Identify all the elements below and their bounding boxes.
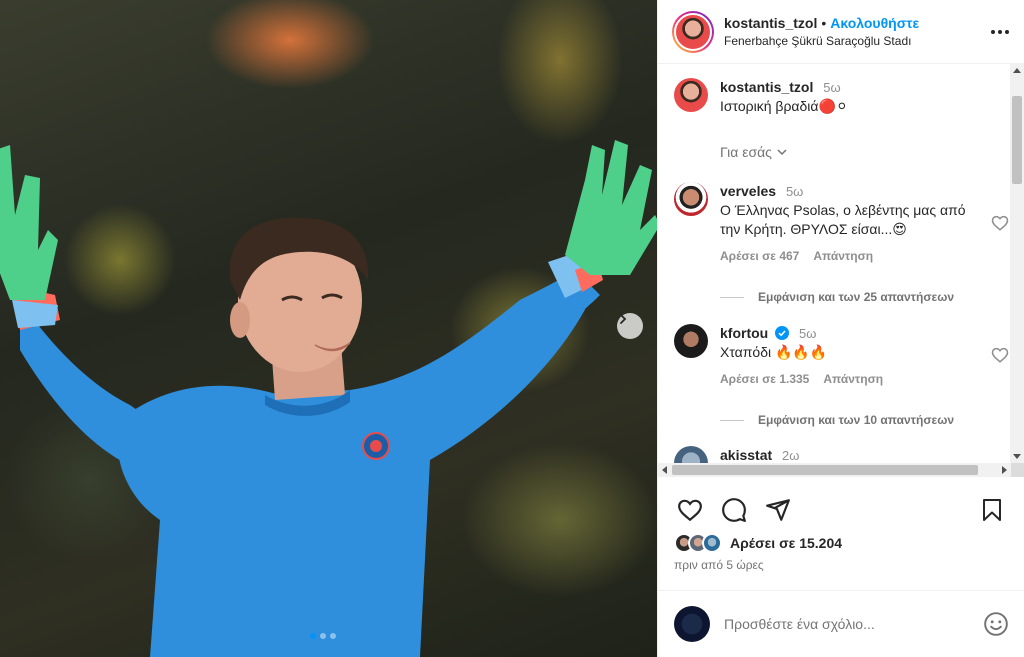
bookmark-icon	[983, 499, 1001, 521]
comment-input[interactable]	[724, 616, 983, 632]
caption-row: kostantis_tzol 5ω Ιστορική βραδιά🔴⚪	[674, 78, 1007, 116]
comment-username[interactable]: verveles	[720, 183, 776, 199]
post-photo[interactable]	[0, 0, 657, 657]
author-avatar[interactable]	[672, 10, 714, 53]
carousel-dot	[330, 633, 336, 639]
comments-vertical-scrollbar[interactable]	[1010, 64, 1024, 463]
comment-text: Χταπόδι 🔥🔥🔥	[720, 344, 828, 360]
heart-icon	[678, 499, 702, 522]
comment-item: kfortou 5ω Χταπόδι 🔥🔥🔥 Αρέσει σε 1.335 Α…	[674, 324, 1007, 389]
scroll-thumb[interactable]	[672, 465, 978, 475]
chevron-right-icon	[620, 314, 627, 324]
carousel-dot	[320, 633, 326, 639]
carousel-dot	[310, 633, 316, 639]
likers-avatars	[674, 533, 722, 553]
share-icon	[766, 499, 790, 521]
liker-avatar	[702, 533, 722, 553]
scroll-down-arrow[interactable]	[1013, 454, 1021, 459]
verified-icon	[775, 326, 790, 340]
post-location[interactable]: Fenerbahçe Şükrü Saraçoğlu Stadı	[724, 34, 988, 48]
comment-likes[interactable]: Αρέσει σε 467	[720, 247, 799, 266]
comment-text: Ο Έλληνας Psolas, ο λεβέντης μας από την…	[720, 202, 966, 237]
more-options-button[interactable]	[988, 20, 1012, 44]
comment-item: akisstat 2ω	[674, 446, 1007, 463]
chevron-down-icon	[777, 149, 787, 156]
view-replies-button[interactable]: Εμφάνιση και των 25 απαντήσεων	[720, 290, 954, 304]
view-replies-label: Εμφάνιση και των 10 απαντήσεων	[758, 413, 955, 427]
comment-time: 2ω	[782, 448, 800, 463]
post-header: kostantis_tzol • Ακολουθήστε Fenerbahçe …	[658, 0, 1024, 64]
like-button[interactable]	[674, 494, 706, 526]
commenter-avatar[interactable]	[674, 446, 708, 463]
commenter-avatar[interactable]	[674, 182, 708, 216]
post-timestamp[interactable]: πριν από 5 ώρες	[674, 558, 764, 572]
caption-time: 5ω	[823, 80, 841, 95]
comment-time: 5ω	[785, 184, 804, 199]
comments-list[interactable]: kostantis_tzol 5ω Ιστορική βραδιά🔴⚪ Για …	[658, 64, 1024, 463]
view-replies-label: Εμφάνιση και των 25 απαντήσεων	[758, 290, 955, 304]
author-avatar-small[interactable]	[674, 78, 708, 112]
comments-horizontal-scrollbar[interactable]	[658, 463, 1011, 477]
carousel-next-button[interactable]	[617, 313, 643, 339]
like-comment-icon[interactable]	[991, 346, 1009, 364]
reply-button[interactable]: Απάντηση	[823, 370, 883, 389]
view-replies-button[interactable]: Εμφάνιση και των 10 απαντήσεων	[720, 413, 954, 427]
comment-item: verveles 5ω Ο Έλληνας Psolas, ο λεβέντης…	[674, 182, 1007, 266]
likes-count[interactable]: Αρέσει σε 15.204	[730, 535, 842, 551]
follow-button[interactable]: Ακολουθήστε	[830, 15, 919, 31]
like-comment-icon[interactable]	[991, 214, 1009, 232]
caption-username[interactable]: kostantis_tzol	[720, 79, 813, 95]
scroll-thumb[interactable]	[1012, 96, 1022, 184]
comment-username[interactable]: kfortou	[720, 325, 768, 341]
comment-time: 5ω	[799, 326, 817, 341]
scroll-up-arrow[interactable]	[1013, 68, 1021, 73]
reply-button[interactable]: Απάντηση	[813, 247, 873, 266]
carousel-indicator	[310, 633, 336, 639]
comment-likes[interactable]: Αρέσει σε 1.335	[720, 370, 809, 389]
author-username[interactable]: kostantis_tzol	[724, 15, 817, 31]
goalkeeper-illustration	[0, 140, 657, 657]
current-user-avatar[interactable]	[674, 606, 710, 642]
post-actions	[674, 494, 1008, 526]
for-you-filter[interactable]: Για εσάς	[720, 144, 788, 160]
for-you-label: Για εσάς	[720, 144, 772, 160]
more-icon	[991, 29, 1009, 34]
comment-icon	[722, 498, 746, 522]
save-button[interactable]	[976, 494, 1008, 526]
commenter-avatar[interactable]	[674, 324, 708, 358]
caption-text: Ιστορική βραδιά🔴⚪	[720, 98, 848, 114]
post-side-panel: kostantis_tzol • Ακολουθήστε Fenerbahçe …	[657, 0, 1024, 657]
share-button[interactable]	[762, 494, 794, 526]
add-comment-bar	[658, 590, 1024, 657]
emoji-icon[interactable]	[983, 611, 1009, 637]
scroll-left-arrow[interactable]	[662, 466, 667, 474]
scroll-right-arrow[interactable]	[1002, 466, 1007, 474]
separator-dot: •	[821, 15, 827, 31]
comment-username[interactable]: akisstat	[720, 447, 772, 463]
likes-summary[interactable]: Αρέσει σε 15.204	[674, 533, 842, 553]
scrollbar-corner	[1011, 463, 1024, 477]
comment-button[interactable]	[718, 494, 750, 526]
